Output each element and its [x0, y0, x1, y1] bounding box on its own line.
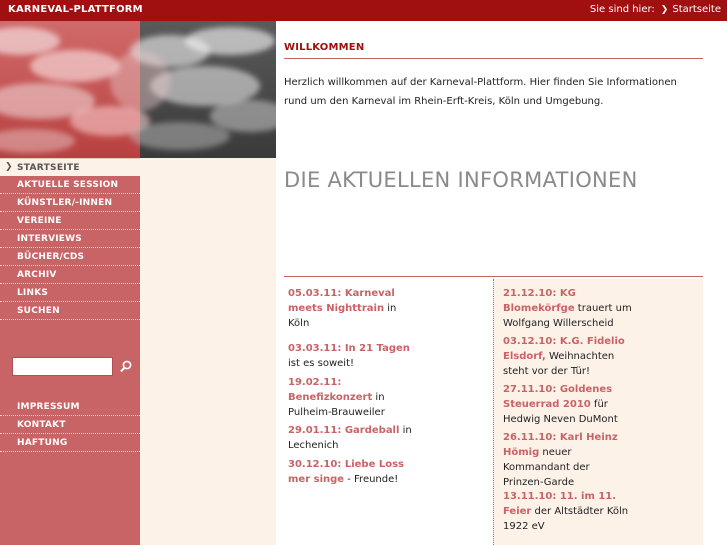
news-link[interactable]: 19.02.11: Benefizkonzert	[288, 377, 372, 403]
news-item: 26.11.10: Karl Heinz Hömig neuer Kommand…	[503, 430, 633, 490]
news-item: 21.12.10: KG Blomekörfge trauert um Wolf…	[503, 286, 633, 331]
news-text: ist es soweit!	[288, 358, 354, 369]
breadcrumb-label: Sie sind hier:	[589, 4, 655, 15]
sidebar-item-label: HAFTUNG	[17, 438, 68, 448]
chevron-right-icon: ❯	[5, 162, 13, 172]
welcome-heading: WILLKOMMEN	[284, 42, 365, 53]
news-item: 05.03.11: Karneval meets Nighttrain in K…	[288, 286, 418, 331]
sidebar-item-haftung[interactable]: HAFTUNG	[0, 434, 140, 452]
news-item: 30.12.10: Liebe Loss mer singe - Freunde…	[288, 457, 418, 487]
sidebar-item-impressum[interactable]: IMPRESSUM	[0, 398, 140, 416]
top-bar: KARNEVAL-PLATTFORM Sie sind hier: ❯ Star…	[0, 0, 727, 21]
sidebar-item-label: KÜNSTLER/-INNEN	[17, 198, 113, 208]
breadcrumb: Sie sind hier: ❯ Startseite	[590, 4, 721, 15]
news-heading: DIE AKTUELLEN INFORMATIONEN	[284, 168, 638, 192]
sidebar-item-label: SUCHEN	[17, 306, 60, 316]
news-item: 19.02.11: Benefizkonzert in Pulheim-Brau…	[288, 375, 408, 420]
magnifier-icon	[120, 360, 132, 373]
sidebar-item-suchen[interactable]: SUCHEN	[0, 302, 140, 320]
site-brand[interactable]: KARNEVAL-PLATTFORM	[8, 4, 143, 15]
news-link[interactable]: 29.01.11: Gardeball	[288, 425, 399, 436]
news-divider	[284, 276, 703, 277]
breadcrumb-link-startseite[interactable]: Startseite	[672, 4, 721, 15]
sidebar-item-aktuelle-session[interactable]: AKTUELLE SESSION	[0, 176, 140, 194]
news-text: - Freunde!	[344, 474, 399, 485]
news-item: 03.12.10: K.G. Fidelio Elsdorf, Weihnach…	[503, 334, 633, 379]
clouds-illustration	[0, 21, 276, 158]
welcome-text: Herzlich willkommen auf der Karneval-Pla…	[284, 77, 677, 107]
sidebar-item-interviews[interactable]: INTERVIEWS	[0, 230, 140, 248]
sidebar-item-kuenstler[interactable]: KÜNSTLER/-INNEN	[0, 194, 140, 212]
sidebar-item-label: BÜCHER/CDS	[17, 252, 85, 262]
sidebar-current-page[interactable]: ❯ STARTSEITE	[0, 158, 140, 176]
sidebar-item-vereine[interactable]: VEREINE	[0, 212, 140, 230]
left-cream-panel	[140, 158, 276, 545]
news-item: 13.11.10: 11. im 11. Feier der Altstädte…	[503, 489, 633, 534]
news-column-right: 21.12.10: KG Blomekörfge trauert um Wolf…	[493, 279, 703, 545]
sidebar-item-label: ARCHIV	[17, 270, 57, 280]
news-item: 27.11.10: Goldenes Steuerrad 2010 für He…	[503, 382, 633, 427]
sidebar-item-kontakt[interactable]: KONTAKT	[0, 416, 140, 434]
news-item: 03.03.11: In 21 Tagen ist es soweit!	[288, 341, 418, 371]
search-button[interactable]	[117, 357, 135, 376]
sidebar-current-label: STARTSEITE	[17, 163, 80, 173]
left-column: ❯ STARTSEITE AKTUELLE SESSION KÜNSTLER/-…	[0, 158, 276, 545]
search-input[interactable]	[12, 357, 113, 376]
news-item: 29.01.11: Gardeball in Lechenich	[288, 423, 418, 453]
sidebar-nav: AKTUELLE SESSION KÜNSTLER/-INNEN VEREINE…	[0, 176, 140, 545]
news-link[interactable]: 05.03.11: Karneval meets Nighttrain	[288, 288, 395, 314]
sidebar-item-label: INTERVIEWS	[17, 234, 82, 244]
main-content: WILLKOMMEN Herzlich willkommen auf der K…	[276, 21, 727, 545]
news-link[interactable]: 21.12.10: KG Blomekörfge	[503, 288, 576, 314]
sidebar-item-archiv[interactable]: ARCHIV	[0, 266, 140, 284]
news-link[interactable]: 03.03.11: In 21 Tagen	[288, 343, 410, 354]
chevron-right-icon: ❯	[660, 4, 669, 15]
news-column-left: 05.03.11: Karneval meets Nighttrain in K…	[276, 279, 493, 545]
welcome-divider	[284, 58, 703, 59]
sidebar-item-buecher-cds[interactable]: BÜCHER/CDS	[0, 248, 140, 266]
sidebar-item-label: VEREINE	[17, 216, 62, 226]
sidebar-item-label: KONTAKT	[17, 420, 66, 430]
sidebar-item-label: IMPRESSUM	[17, 402, 80, 412]
sidebar-item-label: LINKS	[17, 288, 49, 298]
sidebar-item-links[interactable]: LINKS	[0, 284, 140, 302]
header-clouds-image	[0, 21, 276, 158]
sidebar-item-label: AKTUELLE SESSION	[17, 180, 119, 190]
